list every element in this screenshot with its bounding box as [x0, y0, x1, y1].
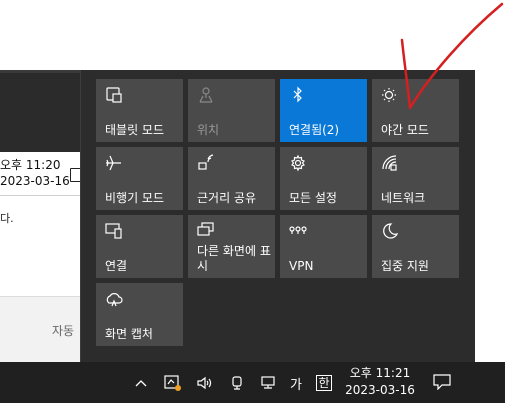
- tile-label: 화면 캡처: [105, 327, 153, 341]
- gear-icon: [288, 153, 308, 173]
- tile-focus-assist[interactable]: 집중 지원: [372, 215, 459, 278]
- tile-label: 비행기 모드: [105, 191, 165, 205]
- vpn-icon: [288, 221, 308, 241]
- meet-now-button[interactable]: [229, 372, 245, 394]
- action-center-button[interactable]: [433, 374, 453, 392]
- moon-icon: [380, 221, 400, 241]
- tablet-mode-icon: [104, 85, 124, 105]
- tile-label: 근거리 공유: [197, 191, 257, 205]
- background-time: 오후 11:20: [0, 158, 61, 172]
- ime-language-button[interactable]: 한: [315, 372, 333, 394]
- tile-screen-snip[interactable]: 화면 캡처: [96, 283, 183, 346]
- background-snippet: 다.: [0, 212, 14, 225]
- webcam-icon: [230, 375, 244, 391]
- screen-snip-icon: [104, 289, 124, 309]
- taskbar: 가 한 오후 11:21 2023-03-16: [0, 362, 505, 403]
- tile-label: 연결됨(2): [289, 123, 340, 137]
- tile-label: 다른 화면에 표시: [197, 244, 271, 273]
- ethernet-icon: [260, 375, 278, 391]
- clock-time: 오후 11:21: [349, 366, 411, 380]
- tile-project[interactable]: 다른 화면에 표시: [188, 215, 275, 278]
- tile-all-settings[interactable]: 모든 설정: [280, 147, 367, 210]
- location-icon: [196, 85, 216, 105]
- tile-nearby-sharing[interactable]: 근거리 공유: [188, 147, 275, 210]
- tile-tablet-mode[interactable]: 태블릿 모드: [96, 79, 183, 142]
- night-light-icon: [380, 85, 400, 105]
- tile-label: 태블릿 모드: [105, 123, 165, 137]
- taskbar-clock[interactable]: 오후 11:21 2023-03-16: [340, 365, 420, 399]
- project-icon: [196, 221, 216, 241]
- tile-connect[interactable]: 연결: [96, 215, 183, 278]
- tile-label: 야간 모드: [381, 123, 429, 137]
- tile-label: 연결: [105, 259, 128, 273]
- tile-label: 위치: [197, 123, 220, 137]
- ime-language-label: 한: [316, 375, 332, 391]
- clock-date: 2023-03-16: [345, 383, 415, 397]
- background-footer-text: 자동: [52, 324, 75, 338]
- background-footer: 자동: [0, 296, 80, 362]
- tile-network[interactable]: 네트워크: [372, 147, 459, 210]
- tile-label: 모든 설정: [289, 191, 337, 205]
- show-hidden-icons-button[interactable]: [133, 372, 149, 394]
- background-notification-body: 다.: [0, 196, 80, 296]
- background-date: 2023-03-16: [0, 174, 70, 188]
- background-notification-header: 오후 11:20 2023-03-16: [0, 152, 82, 196]
- network-status-button[interactable]: [259, 372, 279, 394]
- tray-app-icon: [163, 374, 183, 392]
- tile-location[interactable]: 위치: [188, 79, 275, 142]
- notification-icon: [433, 374, 451, 394]
- bluetooth-icon: [288, 85, 308, 105]
- tile-airplane-mode[interactable]: 비행기 모드: [96, 147, 183, 210]
- connect-icon: [104, 221, 124, 241]
- action-center-panel: 태블릿 모드 위치 연결됨(2) 야간 모드 비행기 모드 근거리 공유 모든 …: [80, 70, 475, 362]
- tile-night-light[interactable]: 야간 모드: [372, 79, 459, 142]
- tile-label: VPN: [289, 259, 314, 273]
- tile-vpn[interactable]: VPN: [280, 215, 367, 278]
- nearby-sharing-icon: [196, 153, 216, 173]
- ime-mode-button[interactable]: 가: [288, 372, 304, 394]
- network-icon: [380, 153, 400, 173]
- tray-app-button[interactable]: [163, 372, 183, 394]
- chevron-up-icon: [135, 379, 147, 387]
- tile-label: 네트워크: [381, 191, 426, 205]
- speaker-icon: [196, 376, 214, 390]
- background-window-header: [0, 70, 80, 152]
- volume-button[interactable]: [195, 372, 215, 394]
- tile-bluetooth[interactable]: 연결됨(2): [280, 79, 367, 142]
- airplane-icon: [104, 153, 124, 173]
- tile-label: 집중 지원: [381, 259, 429, 273]
